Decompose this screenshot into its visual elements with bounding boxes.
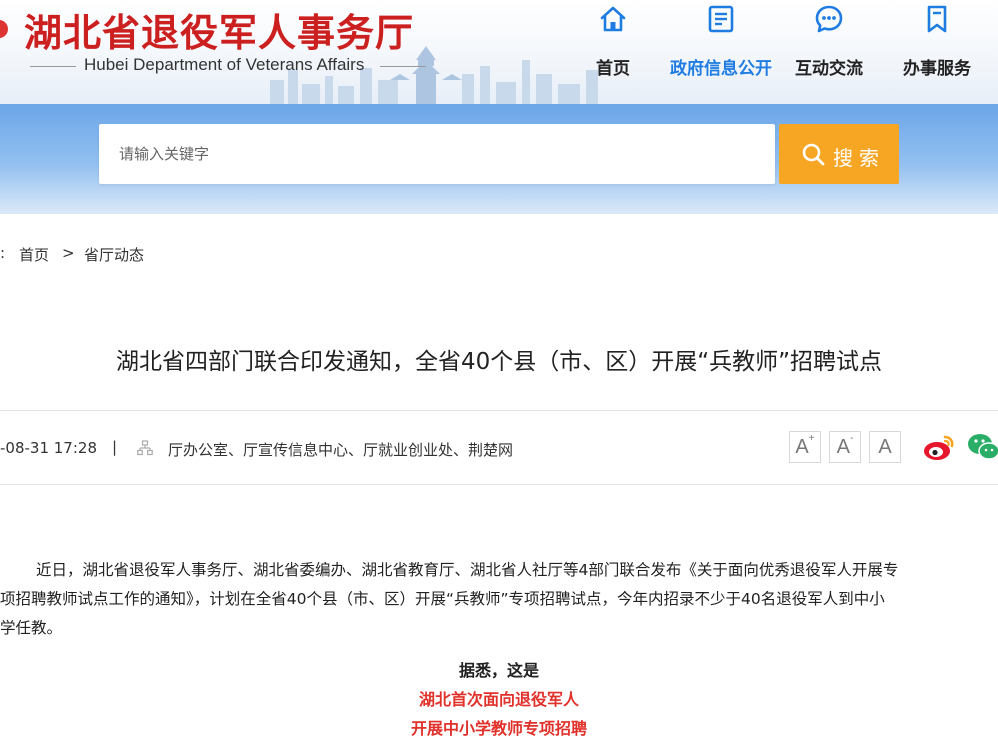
font-size-increase-button[interactable]: A+	[789, 431, 821, 463]
source-org-icon	[137, 440, 153, 456]
weibo-share-icon[interactable]	[921, 429, 957, 465]
document-icon	[708, 5, 734, 33]
wechat-share-icon[interactable]	[966, 429, 998, 465]
body-line: 近日，湖北省退役军人事务厅、湖北省委编办、湖北省教育厅、湖北省人社厅等4部门联合…	[36, 561, 899, 579]
search-input[interactable]	[99, 124, 775, 184]
breadcrumb-home-link[interactable]: 首页	[19, 244, 49, 265]
font-size-reset-button[interactable]: A	[869, 431, 901, 463]
subtitle-divider-right	[380, 66, 426, 67]
article-title: 湖北省四部门联合印发通知，全省40个县（市、区）开展“兵教师”招聘试点	[115, 349, 883, 375]
meta-separator: |	[112, 438, 118, 456]
nav-label-interaction: 互动交流	[795, 59, 863, 79]
bookmark-icon	[927, 5, 947, 33]
font-size-reset-label: A	[878, 436, 892, 458]
highlight-intro: 据悉，这是	[458, 661, 539, 680]
nav-label-services: 办事服务	[903, 59, 971, 79]
font-size-increase-label: A	[795, 436, 809, 458]
site-title: 湖北省退役军人事务厅	[24, 11, 415, 55]
nav-item-interaction[interactable]: 互动交流	[774, 0, 884, 100]
body-line: 学任教。	[0, 619, 63, 637]
body-line: 项招聘教师试点工作的通知》，计划在全省40个县（市、区）开展“兵教师”专项招聘试…	[0, 590, 885, 608]
breadcrumb-current-link[interactable]: 省厅动态	[84, 244, 144, 265]
breadcrumb-separator: >	[62, 244, 75, 262]
font-size-decrease-label: A	[836, 436, 850, 458]
font-size-increase-mark: +	[808, 433, 815, 444]
nav-label-government-info: 政府信息公开	[670, 59, 772, 79]
nav-item-services[interactable]: 办事服务	[882, 0, 992, 100]
nav-label-home: 首页	[596, 59, 630, 79]
highlight-line-2: 开展中小学教师专项招聘	[410, 719, 587, 738]
search-button-label: 搜索	[833, 146, 885, 170]
site-subtitle: Hubei Department of Veterans Affairs	[84, 55, 365, 74]
meta-bottom-divider	[0, 484, 998, 485]
article-body-paragraph: 近日，湖北省退役军人事务厅、湖北省委编办、湖北省教育厅、湖北省人社厅等4部门联合…	[0, 556, 998, 643]
page: 湖北省退役军人事务厅 Hubei Department of Veterans …	[0, 0, 998, 738]
search-button[interactable]: 搜索	[779, 124, 899, 184]
meta-top-divider	[0, 410, 998, 411]
emblem-logo	[0, 20, 8, 38]
subtitle-divider-left	[30, 66, 76, 67]
font-size-decrease-mark: -	[850, 433, 854, 444]
nav-item-home[interactable]: 首页	[558, 0, 668, 100]
search-icon	[802, 143, 825, 166]
home-icon	[600, 6, 626, 32]
highlight-line-1: 湖北首次面向退役军人	[418, 690, 579, 709]
site-header: 湖北省退役军人事务厅 Hubei Department of Veterans …	[0, 0, 998, 104]
font-size-decrease-button[interactable]: A-	[829, 431, 861, 463]
chat-icon	[815, 5, 843, 33]
nav-item-government-info[interactable]: 政府信息公开	[666, 0, 776, 100]
breadcrumb-lead: :	[0, 244, 6, 262]
article-source: 厅办公室、厅宣传信息中心、厅就业创业处、荆楚网	[168, 441, 514, 459]
publish-date: -08-31 17:28	[0, 439, 97, 457]
